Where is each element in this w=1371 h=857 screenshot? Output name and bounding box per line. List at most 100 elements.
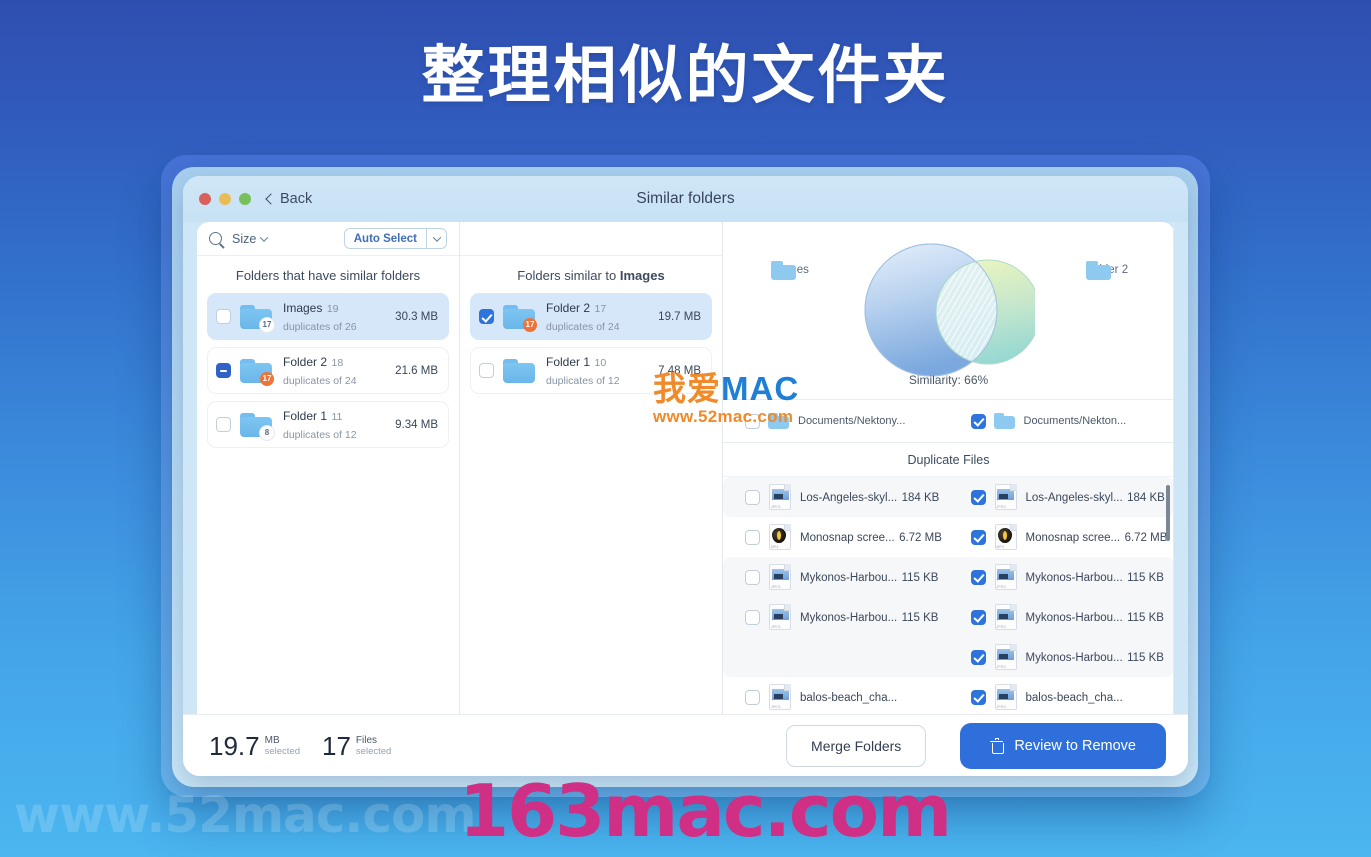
selected-files-value: 17 [322,730,351,761]
table-row[interactable]: 17 Folder 2 18 duplicates of 24 21.6 MB [207,347,449,394]
review-to-remove-button[interactable]: Review to Remove [960,722,1166,769]
file-name: Mykonos-Harbou... [800,612,898,624]
filter-toolbar: Size Auto Select [197,222,459,256]
file-checkbox[interactable] [745,529,760,545]
list-item[interactable]: JPEG Los-Angeles-skyl... 184 KB [723,477,949,517]
sort-selector[interactable]: Size [232,232,269,246]
list-item[interactable]: JPEG Mykonos-Harbou... 115 KB [723,557,949,597]
file-size: 184 KB [901,492,940,504]
folder-icon: 17 [503,303,537,332]
file-name: Mykonos-Harbou... [1025,612,1123,624]
app-window: Back Similar folders Size Auto Select Fo… [183,176,1188,776]
vertical-scrollbar[interactable] [1166,485,1170,541]
file-checkbox[interactable] [745,689,760,705]
merge-folders-button[interactable]: Merge Folders [786,724,927,767]
path-cell-left[interactable]: Documents/Nektony... [723,412,949,430]
footer-toolbar: 19.7 MB selected 17 Files selected Merge… [183,714,1188,776]
file-checkbox[interactable] [970,489,986,505]
folder-name: Folder 1 [546,354,591,369]
list-item[interactable]: MP4 Monosnap scree... 6.72 MB [723,517,949,557]
list-item[interactable]: JPEG Mykonos-Harbou... 115 KB [949,637,1175,677]
list-item[interactable]: JPEG balos-beach_cha... [723,677,949,714]
folder-size: 19.7 MB [658,310,701,323]
path-checkbox[interactable] [745,413,760,429]
main-content: Size Auto Select Folders that have simil… [183,222,1188,714]
auto-select-label: Auto Select [353,232,417,245]
file-meta: balos-beach_cha... [800,688,897,706]
auto-select-control[interactable]: Auto Select [343,228,447,249]
chevron-left-icon [265,193,277,205]
duplicate-group: JPEG Mykonos-Harbou... 115 KB JPEG Mykon… [723,557,1174,677]
row-checkbox[interactable] [479,363,494,378]
list-item[interactable]: JPEG balos-beach_cha... [949,677,1175,714]
duplicate-column-right: JPEG balos-beach_cha... [949,677,1175,714]
path-cell-right[interactable]: Documents/Nekton... [949,412,1175,430]
back-button[interactable]: Back [265,191,312,207]
middle-folder-list[interactable]: 17 Folder 2 17 duplicates of 24 19.7 MB … [460,293,722,714]
file-checkbox[interactable] [970,609,986,625]
title-bar: Back Similar folders [183,176,1188,222]
file-checkbox[interactable] [970,569,986,585]
row-meta: Folder 1 11 duplicates of 12 [283,407,386,443]
table-row[interactable]: Folder 1 10 duplicates of 12 7.48 MB [470,347,712,394]
file-checkbox[interactable] [970,529,986,545]
traffic-lights [199,193,251,205]
list-item[interactable]: JPEG Mykonos-Harbou... 115 KB [949,557,1175,597]
folder-icon: 8 [240,411,274,440]
selected-size-unit-block: MB selected [265,735,300,759]
jpg-file-icon: JPEG [769,564,791,590]
duplicate-files-list[interactable]: JPEG Los-Angeles-skyl... 184 KB JPEG Los… [723,477,1174,714]
list-item[interactable]: JPEG Los-Angeles-skyl... 184 KB [949,477,1175,517]
file-checkbox[interactable] [745,609,760,625]
left-panel-heading: Folders that have similar folders [235,268,421,283]
list-item[interactable]: MP4 Monosnap scree... 6.72 MB [949,517,1175,557]
middle-heading-target: Images [619,268,665,283]
folder-icon [768,412,790,430]
trash-icon [990,738,1004,754]
page-title: 整理相似的文件夹 [421,39,950,112]
close-button[interactable] [199,193,211,205]
row-checkbox[interactable] [479,309,494,324]
auto-select-dropdown[interactable] [426,229,446,248]
chevron-down-icon [432,232,441,242]
path-checkbox[interactable] [970,413,986,429]
duplicate-files-heading: Duplicate Files [723,443,1174,477]
table-row[interactable]: 17 Images 19 duplicates of 26 30.3 MB [207,293,449,340]
file-checkbox[interactable] [970,649,986,665]
duplicate-count-badge: 8 [260,426,274,440]
minimize-button[interactable] [219,193,231,205]
duplicate-column-left: JPEG Los-Angeles-skyl... 184 KB [723,477,949,517]
duplicate-column-right: JPEG Los-Angeles-skyl... 184 KB [949,477,1175,517]
file-size: 6.72 MB [1124,532,1168,544]
file-name: Los-Angeles-skyl... [1025,492,1123,504]
search-icon[interactable] [209,232,222,245]
review-to-remove-label: Review to Remove [1014,737,1136,754]
row-checkbox[interactable] [216,309,231,324]
jpg-file-icon: JPEG [994,484,1017,510]
file-name: Los-Angeles-skyl... [800,492,898,504]
folder-icon: 17 [240,303,274,332]
file-checkbox[interactable] [745,569,760,585]
table-row[interactable]: 8 Folder 1 11 duplicates of 12 9.34 MB [207,401,449,448]
list-item[interactable]: JPEG Mykonos-Harbou... 115 KB [949,597,1175,637]
watermark-bottom-left: www.52mac.com [14,786,477,844]
folder-size: 30.3 MB [395,310,438,323]
zoom-button[interactable] [239,193,251,205]
file-checkbox[interactable] [970,689,986,705]
file-size: 115 KB [1127,652,1164,664]
left-folder-list[interactable]: 17 Images 19 duplicates of 26 30.3 MB 17 [197,293,459,714]
row-checkbox[interactable] [216,417,231,432]
duplicate-count-badge: 17 [260,318,274,332]
row-checkbox[interactable] [216,363,231,378]
list-item[interactable]: JPEG Mykonos-Harbou... 115 KB [723,597,949,637]
file-checkbox[interactable] [745,489,760,505]
table-row[interactable]: 17 Folder 2 17 duplicates of 24 19.7 MB [470,293,712,340]
selected-files-stat: 17 Files selected [322,733,391,759]
folder-paths-row: Documents/Nektony... Documents/Nekton... [723,399,1174,443]
chevron-down-icon [260,232,269,242]
file-name: balos-beach_cha... [800,692,898,704]
panel-edge [1173,222,1174,714]
duplicate-group: JPEG Los-Angeles-skyl... 184 KB JPEG Los… [723,477,1174,517]
selected-size-unit: MB [264,734,280,746]
duplicate-count-badge: 17 [523,318,537,332]
